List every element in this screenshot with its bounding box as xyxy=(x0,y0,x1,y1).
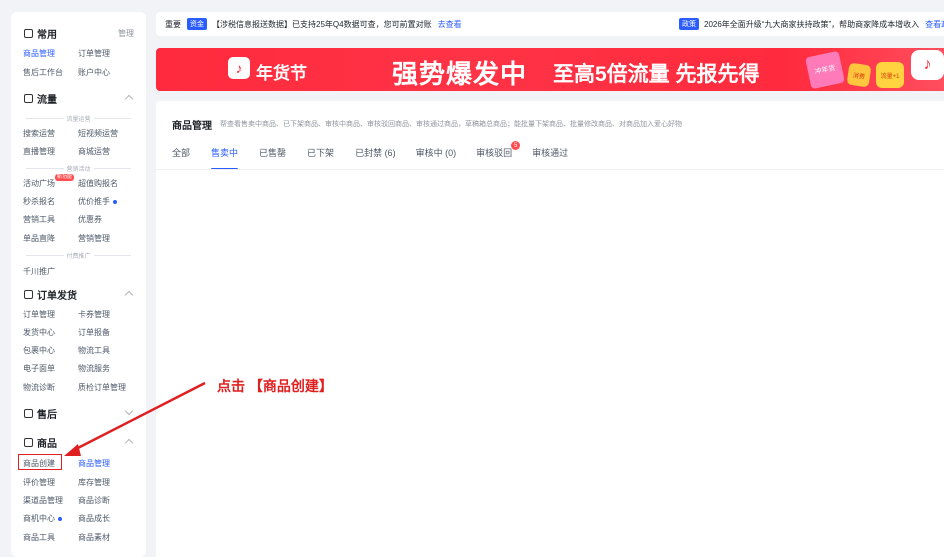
sidebar-item-value-buy[interactable]: 超值购报名 xyxy=(78,178,118,189)
status-tabs: 全部 售卖中 已售罄 已下架 已封禁 (6) 审核中 (0) 审核驳回 5 审核… xyxy=(172,141,568,170)
section-traffic[interactable]: 流量 xyxy=(11,91,146,106)
chevron-up-icon xyxy=(124,94,134,104)
sidebar-item-video-ops[interactable]: 短视频运营 xyxy=(78,128,118,139)
sidebar-item-card-manage[interactable]: 卡券管理 xyxy=(78,309,110,320)
chevron-up-icon xyxy=(124,438,134,448)
sidebar-item-aftersale-desk[interactable]: 售后工作台 xyxy=(23,67,63,78)
sidebar-item-logistics-diagnosis[interactable]: 物流诊断 xyxy=(23,382,55,393)
sidebar-item-channel-goods[interactable]: 渠道品管理 xyxy=(23,495,63,506)
sidebar-item-price-pusher[interactable]: 优价推手 xyxy=(78,196,117,207)
page-title: 商品管理 xyxy=(172,121,212,132)
sidebar-item-order-report[interactable]: 订单报备 xyxy=(78,327,110,338)
tab-rejected[interactable]: 审核驳回 5 xyxy=(476,141,521,170)
section-aftersale-title: 售后 xyxy=(37,409,57,421)
bookmark-icon xyxy=(24,28,33,38)
goods-icon xyxy=(24,437,33,447)
sidebar-item-goods-diagnosis[interactable]: 商品诊断 xyxy=(78,495,110,506)
sidebar-item-activity-square[interactable]: 活动广场 新功能 xyxy=(23,174,75,189)
sidebar-item-logistics-tools[interactable]: 物流工具 xyxy=(78,345,110,356)
tiktok-logo-icon: ♪ xyxy=(911,50,944,80)
sidebar-item-flash-sale[interactable]: 秒杀报名 xyxy=(23,196,55,207)
section-aftersale[interactable]: 售后 xyxy=(11,406,146,421)
annotation-text: 点击 【商品创建】 xyxy=(217,378,333,394)
promo-banner[interactable]: ♪ 年货节 强势爆发中 至高5倍流量 先报先得 冲年货 消费 流量+1 ♪ xyxy=(156,48,944,91)
sidebar-item-account-center[interactable]: 账户中心 xyxy=(78,67,110,78)
tab-approved[interactable]: 审核通过 xyxy=(532,146,568,170)
policy-notice: 政策 2026年全面升级“九大商家扶持政策”，帮助商家降成本增收入 查看政 xyxy=(679,18,944,30)
sidebar-item-live-manage[interactable]: 直播管理 xyxy=(23,146,55,157)
order-icon xyxy=(24,289,33,299)
section-order[interactable]: 订单发货 xyxy=(11,287,146,302)
notice-badge: 资金 xyxy=(187,18,207,30)
section-traffic-title: 流量 xyxy=(37,94,57,106)
coupon-card-icon: 冲年货 xyxy=(805,50,845,90)
policy-badge: 政策 xyxy=(679,18,699,30)
traffic-sub-divider: 流量运营 xyxy=(23,114,134,123)
policy-link[interactable]: 查看政 xyxy=(925,19,944,30)
marketing-sub-divider: 营销活动 xyxy=(23,164,134,173)
banner-slogan: 强势爆发中 xyxy=(392,59,528,89)
sidebar-item-goods-manage-2[interactable]: 商品管理 xyxy=(78,458,110,469)
section-goods-title: 商品 xyxy=(37,438,57,450)
tab-rejected-label: 审核驳回 xyxy=(476,148,513,158)
traffic-icon xyxy=(24,93,33,103)
sidebar-item-inventory[interactable]: 库存管理 xyxy=(78,477,110,488)
banner-subslogan: 至高5倍流量 先报先得 xyxy=(553,63,760,86)
tab-off-shelf[interactable]: 已下架 xyxy=(307,146,334,170)
tab-sold-out[interactable]: 已售罄 xyxy=(259,146,286,170)
douyin-logo-icon: ♪ xyxy=(228,57,250,79)
sidebar-item-qc-order[interactable]: 质检订单管理 xyxy=(78,382,126,393)
chevron-up-icon xyxy=(124,290,134,300)
sidebar-item-goods-tools[interactable]: 商品工具 xyxy=(23,532,55,543)
sidebar-item-review-manage[interactable]: 评价管理 xyxy=(23,477,55,488)
aftersale-icon xyxy=(24,408,33,418)
sidebar-item-shipping-center[interactable]: 发货中心 xyxy=(23,327,55,338)
sidebar-item-opportunity[interactable]: 商机中心 xyxy=(23,513,62,524)
sidebar-item-goods-manage[interactable]: 商品管理 xyxy=(23,48,55,59)
sidebar-item-price-drop[interactable]: 单品直降 xyxy=(23,233,55,244)
sidebar: 常用 管理 商品管理 订单管理 售后工作台 账户中心 流量 流量运营 搜索运营 … xyxy=(11,12,146,557)
section-common[interactable]: 常用 管理 xyxy=(11,26,146,41)
notify-dot xyxy=(58,516,62,521)
notice-type: 重要 xyxy=(165,19,181,29)
tab-reviewing[interactable]: 审核中 (0) xyxy=(416,146,457,170)
page-description: 帮查看售卖中商品、已下架商品、审核中商品、审核驳回商品、审核通过商品，草稿箱总商… xyxy=(220,121,682,128)
section-order-title: 订单发货 xyxy=(37,290,77,302)
sidebar-item-order-manage[interactable]: 订单管理 xyxy=(78,48,110,59)
rejected-count-badge: 5 xyxy=(511,141,521,150)
tab-on-sale[interactable]: 售卖中 xyxy=(211,146,239,170)
sidebar-item-marketing-manage[interactable]: 营销管理 xyxy=(78,233,110,244)
sidebar-item-package-center[interactable]: 包裹中心 xyxy=(23,345,55,356)
manage-link[interactable]: 管理 xyxy=(118,28,134,39)
new-feature-tag: 新功能 xyxy=(55,174,75,181)
sidebar-item-coupons[interactable]: 优惠券 xyxy=(78,214,102,225)
sidebar-item-logistics-service[interactable]: 物流服务 xyxy=(78,363,110,374)
consume-card-icon: 消费 xyxy=(846,62,872,88)
notice-bar: 重要 资金 【涉税信息报送数据】已支持25年Q4数据可查，您可前置对账 去查看 … xyxy=(156,12,944,36)
sidebar-item-goods-growth[interactable]: 商品成长 xyxy=(78,513,110,524)
sidebar-item-goods-material[interactable]: 商品素材 xyxy=(78,532,110,543)
traffic-card-icon: 流量+1 xyxy=(876,62,904,88)
tab-banned[interactable]: 已封禁 (6) xyxy=(355,146,396,170)
notice-text: 【涉税信息报送数据】已支持25年Q4数据可查，您可前置对账 xyxy=(212,19,432,29)
main-panel: 商品管理 帮查看售卖中商品、已下架商品、审核中商品、审核驳回商品、审核通过商品，… xyxy=(156,101,944,557)
notify-dot xyxy=(113,199,117,204)
section-goods[interactable]: 商品 xyxy=(11,435,146,450)
paid-promo-divider: 付费推广 xyxy=(23,251,134,260)
tabs-divider xyxy=(156,169,944,170)
tab-all[interactable]: 全部 xyxy=(172,146,190,170)
sidebar-item-goods-create[interactable]: 商品创建 xyxy=(23,458,55,469)
sidebar-item-order-manage-2[interactable]: 订单管理 xyxy=(23,309,55,320)
sidebar-item-marketing-tools[interactable]: 营销工具 xyxy=(23,214,55,225)
policy-text: 2026年全面升级“九大商家扶持政策”，帮助商家降成本增收入 xyxy=(704,19,920,29)
banner-festival: 年货节 xyxy=(256,64,307,83)
sidebar-item-e-waybill[interactable]: 电子面单 xyxy=(23,363,55,374)
sidebar-item-search-ops[interactable]: 搜索运营 xyxy=(23,128,55,139)
sidebar-item-qianchuan[interactable]: 千川推广 xyxy=(23,266,55,277)
notice-link[interactable]: 去查看 xyxy=(438,19,462,30)
section-common-title: 常用 xyxy=(37,29,57,41)
sidebar-item-mall-ops[interactable]: 商城运营 xyxy=(78,146,110,157)
chevron-down-icon xyxy=(124,406,134,416)
